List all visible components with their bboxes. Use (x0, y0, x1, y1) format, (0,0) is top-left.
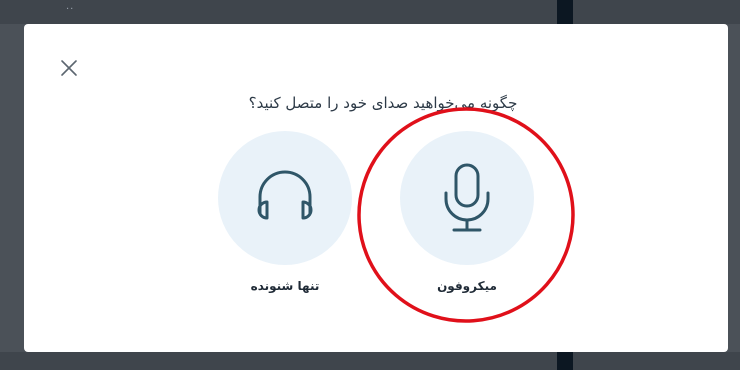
close-icon (61, 60, 77, 76)
microphone-option[interactable]: میکروفون (400, 131, 534, 293)
microphone-icon (444, 163, 490, 232)
audio-connect-dialog: چگونه می‌خواهید صدای خود را متصل کنید؟ م… (24, 24, 728, 352)
headphones-icon (257, 170, 313, 220)
background-divider-bottom (557, 352, 573, 370)
background-dots: ·· (66, 4, 75, 15)
background-header (0, 0, 740, 24)
dialog-title: چگونه می‌خواهید صدای خود را متصل کنید؟ (248, 94, 518, 112)
listen-only-option-circle[interactable] (218, 131, 352, 265)
background-divider (557, 0, 573, 24)
microphone-option-label: میکروفون (437, 279, 497, 293)
close-button[interactable] (60, 59, 78, 77)
listen-only-option-label: تنها شنونده (250, 279, 320, 293)
listen-only-option[interactable]: تنها شنونده (218, 131, 352, 293)
background-footer (0, 352, 740, 370)
microphone-option-circle[interactable] (400, 131, 534, 265)
